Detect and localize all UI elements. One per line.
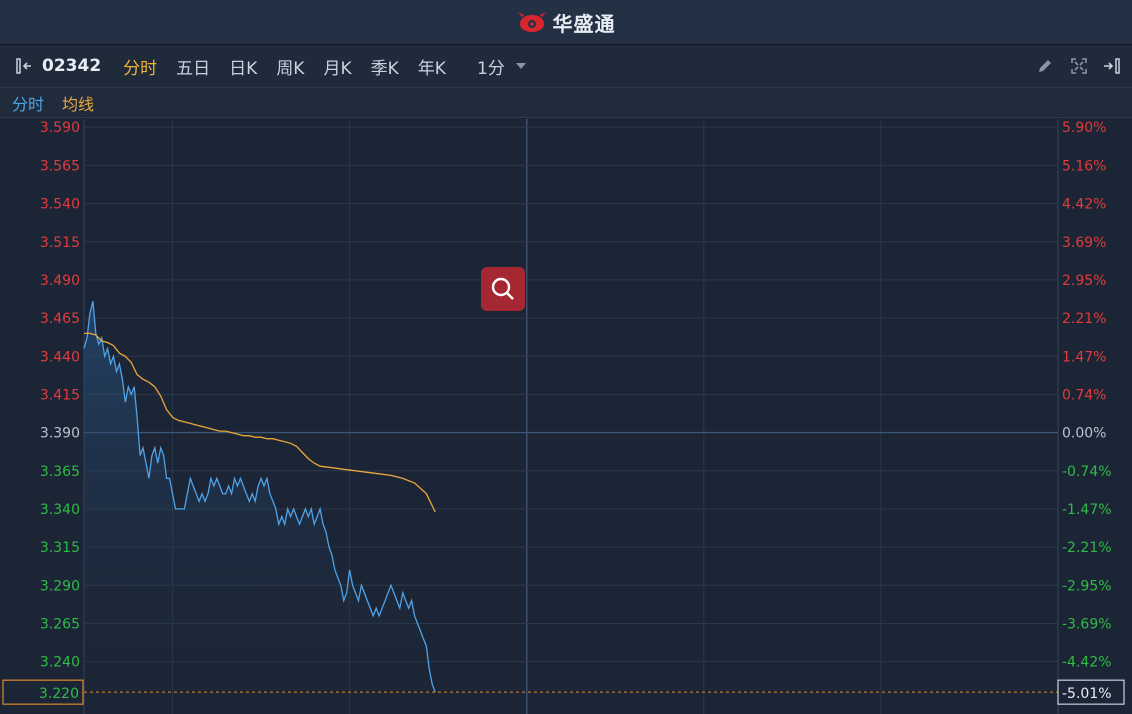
brand-name: 华盛通 xyxy=(552,11,616,36)
y-tick-price: 3.465 xyxy=(40,311,80,327)
y-tick-price: 3.340 xyxy=(40,502,80,518)
y-tick-percent: 0.00% xyxy=(1062,426,1106,442)
zoom-button[interactable] xyxy=(481,267,525,311)
tab-weekly-k[interactable]: 周K xyxy=(276,54,304,79)
y-tick-percent: 0.74% xyxy=(1062,387,1106,403)
tab-quarterly-k[interactable]: 季K xyxy=(371,54,399,79)
tab-monthly-k[interactable]: 月K xyxy=(323,54,351,79)
y-tick-percent: -2.95% xyxy=(1062,578,1112,594)
y-tick-price: 3.540 xyxy=(40,197,80,213)
y-tick-price: 3.240 xyxy=(40,655,80,671)
y-tick-price: 3.315 xyxy=(40,540,80,556)
price-area xyxy=(84,301,436,714)
y-tick-price: 3.290 xyxy=(40,578,80,594)
y-tick-percent: 2.95% xyxy=(1062,273,1106,289)
current-price-label: 3.220 xyxy=(39,686,79,702)
y-tick-percent: 3.69% xyxy=(1062,235,1106,251)
y-tick-price: 3.440 xyxy=(40,349,80,365)
current-percent-label: -5.01% xyxy=(1062,686,1112,702)
intraday-chart: 3.590 5.90% 3.565 5.16% 3.540 4.42% 3.515 3.69%… xyxy=(2,119,1125,714)
fullscreen-icon[interactable] xyxy=(1068,55,1090,77)
y-tick-percent: -3.69% xyxy=(1062,616,1112,632)
y-tick-percent: 5.16% xyxy=(1062,158,1106,174)
bull-logo-icon xyxy=(517,12,546,32)
y-tick-price: 3.365 xyxy=(40,464,80,480)
tab-daily-k[interactable]: 日K xyxy=(229,54,257,79)
y-tick-price: 3.415 xyxy=(40,387,80,403)
interval-select[interactable]: 1分 xyxy=(477,54,527,79)
y-tick-percent: 2.21% xyxy=(1062,311,1106,327)
stock-code: 02342 xyxy=(42,56,102,76)
y-tick-percent: 1.47% xyxy=(1062,349,1106,365)
interval-value: 1分 xyxy=(476,58,505,79)
chevron-down-icon xyxy=(515,63,526,69)
collapse-left-icon[interactable] xyxy=(14,55,36,77)
y-tick-percent: 4.42% xyxy=(1062,197,1106,213)
brand-logo: 华盛通 xyxy=(517,8,616,37)
tab-timeshare[interactable]: 分时 xyxy=(123,54,157,79)
legend-average-line: 均线 xyxy=(62,94,95,114)
y-tick-percent: -2.21% xyxy=(1062,540,1112,556)
tab-yearly-k[interactable]: 年K xyxy=(418,54,446,79)
y-tick-price: 3.590 xyxy=(40,120,80,136)
y-tick-price: 3.265 xyxy=(40,616,80,632)
legend-price-line: 分时 xyxy=(12,94,45,114)
y-tick-percent: -4.42% xyxy=(1062,655,1112,671)
y-tick-percent: -1.47% xyxy=(1062,502,1112,518)
y-tick-price: 3.490 xyxy=(40,273,80,289)
collapse-right-icon[interactable] xyxy=(1102,55,1124,77)
chart-toolbar: 02342 分时 五日 日K 周K 月K 季K 年K 1分 xyxy=(0,45,1132,88)
y-tick-price: 3.390 xyxy=(40,426,80,442)
pencil-icon[interactable] xyxy=(1034,55,1056,77)
legend-bar: 分时 均线 xyxy=(0,88,1132,118)
title-bar: 华盛通 xyxy=(0,0,1132,45)
y-tick-percent: -0.74% xyxy=(1062,464,1112,480)
tab-five-day[interactable]: 五日 xyxy=(176,54,210,79)
magnifier-icon xyxy=(491,277,514,300)
y-tick-price: 3.565 xyxy=(40,158,80,174)
y-tick-percent: 5.90% xyxy=(1062,120,1106,136)
y-tick-price: 3.515 xyxy=(40,235,80,251)
